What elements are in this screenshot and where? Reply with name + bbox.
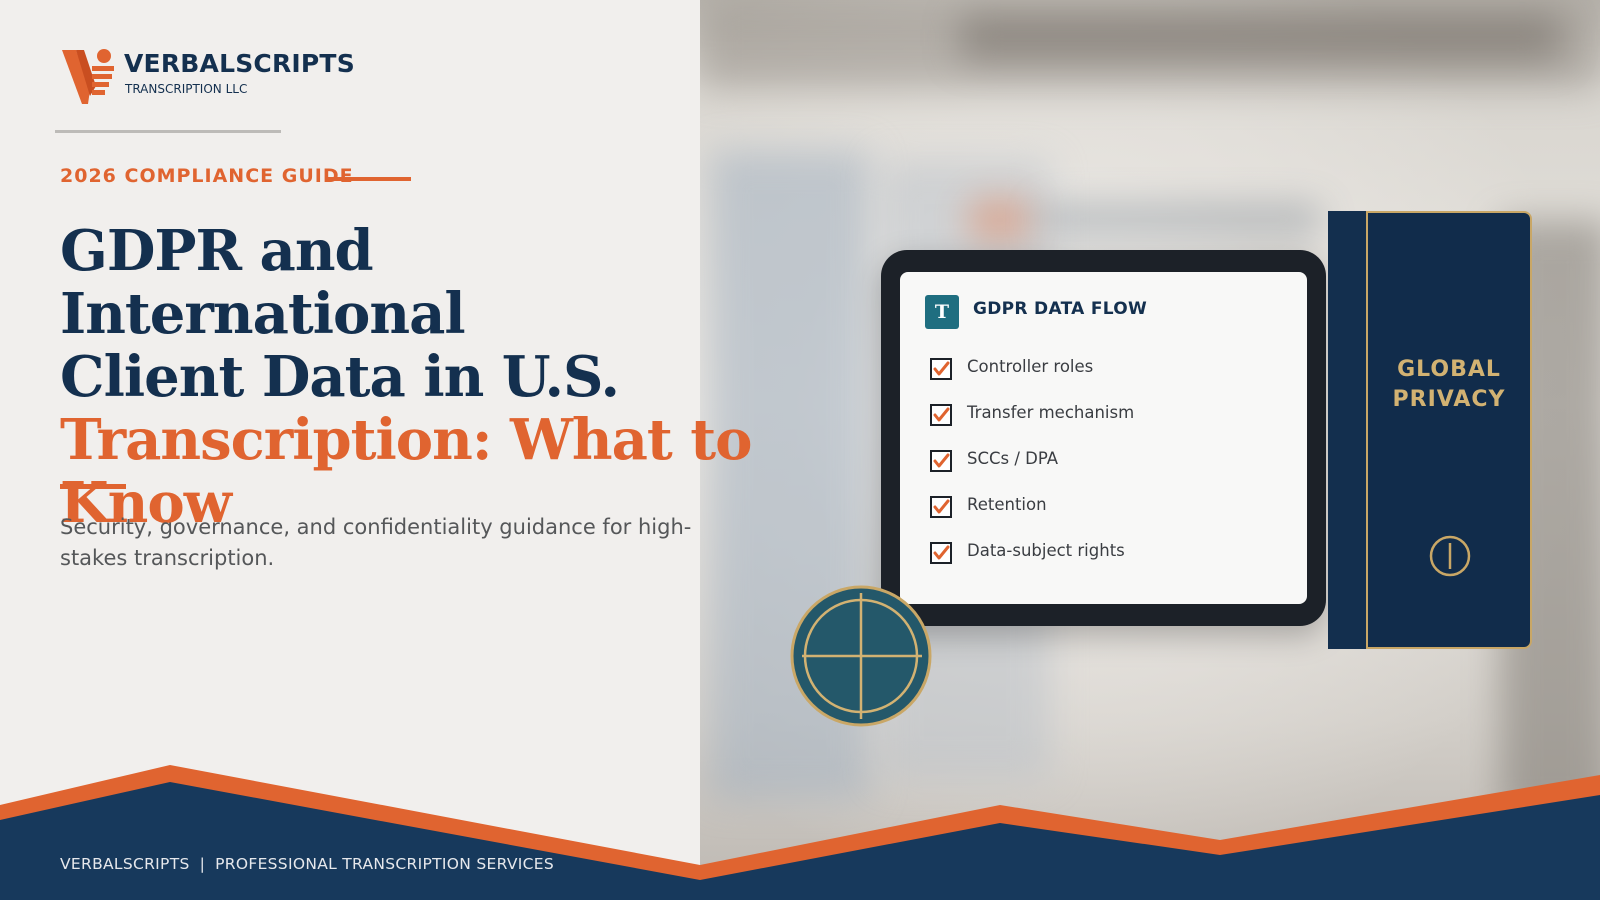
footer-tagline: PROFESSIONAL TRANSCRIPTION SERVICES bbox=[215, 855, 554, 873]
passport-emblem-icon bbox=[1429, 535, 1471, 577]
footer-wave bbox=[0, 765, 1600, 900]
screen-title: GDPR DATA FLOW bbox=[973, 299, 1148, 319]
globe-icon bbox=[790, 585, 932, 727]
title-line-1: GDPR and International bbox=[60, 218, 466, 347]
brand-name: VERBALSCRIPTS bbox=[124, 49, 355, 78]
passport-book: GLOBAL PRIVACY bbox=[1328, 211, 1532, 649]
checkbox-checked-icon bbox=[930, 450, 952, 472]
footer-separator: | bbox=[199, 855, 206, 873]
passport-title: GLOBAL PRIVACY bbox=[1368, 355, 1530, 415]
page-subtitle: Security, governance, and confidentialit… bbox=[60, 515, 692, 570]
eyebrow-label: 2026 COMPLIANCE GUIDE bbox=[60, 165, 354, 187]
blur-shape bbox=[1040, 205, 1320, 235]
checkbox-checked-icon bbox=[930, 496, 952, 518]
checkbox-checked-icon bbox=[930, 542, 952, 564]
checklist-label: Data-subject rights bbox=[967, 541, 1125, 560]
title-underline bbox=[60, 484, 126, 489]
checkbox-checked-icon bbox=[930, 404, 952, 426]
tablet-screen: T GDPR DATA FLOW Controller roles Transf… bbox=[900, 272, 1307, 604]
page-title: GDPR and International Client Data in U.S… bbox=[60, 220, 760, 535]
title-line-2: Client Data in U.S. bbox=[60, 344, 620, 410]
passport-cover: GLOBAL PRIVACY bbox=[1366, 211, 1532, 649]
checklist-label: SCCs / DPA bbox=[967, 449, 1059, 468]
passport-spine bbox=[1328, 211, 1368, 649]
passport-title-line-2: PRIVACY bbox=[1392, 387, 1506, 412]
checklist-label: Controller roles bbox=[967, 357, 1094, 376]
app-logo-icon: T bbox=[925, 295, 959, 329]
checkbox-checked-icon bbox=[930, 358, 952, 380]
checklist-label: Retention bbox=[967, 495, 1047, 514]
divider bbox=[55, 130, 281, 133]
eyebrow-rule bbox=[327, 177, 411, 181]
brand-logo[interactable]: VERBALSCRIPTS TRANSCRIPTION LLC bbox=[62, 46, 362, 106]
footer-brand: VERBALSCRIPTS bbox=[60, 855, 190, 873]
checklist-label: Transfer mechanism bbox=[967, 403, 1135, 422]
blur-shape bbox=[970, 200, 1030, 240]
blur-shape bbox=[960, 15, 1560, 60]
footer: VERBALSCRIPTS | PROFESSIONAL TRANSCRIPTION… bbox=[60, 855, 554, 873]
tablet-device: T GDPR DATA FLOW Controller roles Transf… bbox=[881, 250, 1326, 626]
brand-subname: TRANSCRIPTION LLC bbox=[125, 82, 248, 96]
passport-title-line-1: GLOBAL bbox=[1397, 357, 1501, 382]
brand-logo-icon bbox=[62, 49, 114, 104]
